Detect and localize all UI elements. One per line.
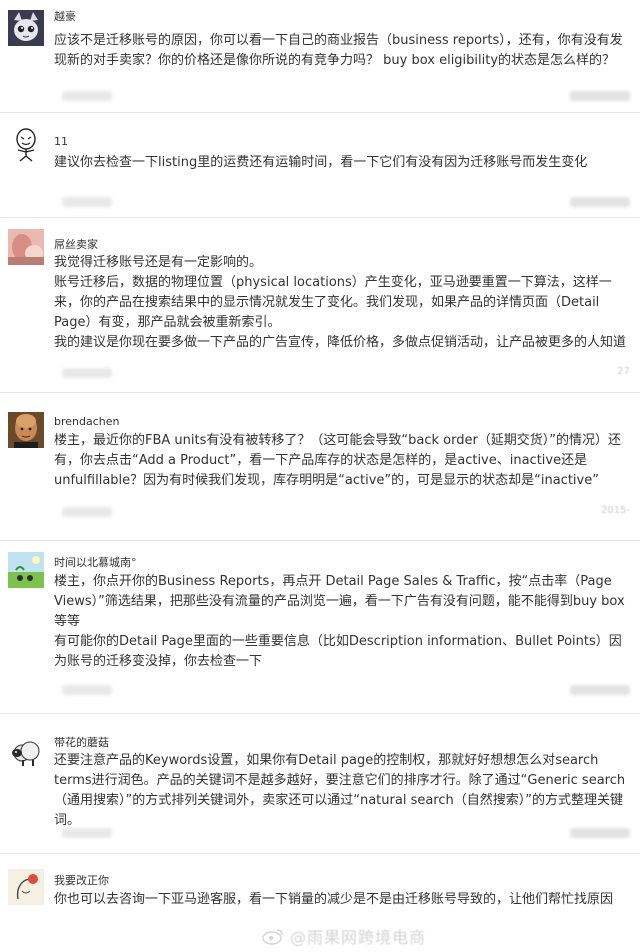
watermark-text: @雨果网跨境电商 — [290, 928, 427, 947]
comment-meta: 27 — [54, 366, 630, 380]
username[interactable]: 11 — [54, 135, 68, 148]
comment-post: 11 建议你去检查一下listing里的运费还有运输时间，看一下它们有没有因为迁… — [0, 112, 640, 218]
blurred-info — [62, 828, 112, 838]
blurred-info — [570, 91, 630, 101]
green-field-avatar-icon[interactable] — [8, 552, 44, 588]
comment-meta — [54, 91, 630, 103]
comment-text: 建议你去检查一下listing里的运费还有运输时间，看一下它们有没有因为迁移账号… — [54, 153, 632, 173]
blurred-info — [62, 368, 112, 378]
comment-paragraph: 建议你去检查一下listing里的运费还有运输时间，看一下它们有没有因为迁移账号… — [54, 155, 588, 170]
blurred-info — [62, 197, 112, 207]
comment-paragraph: 我觉得迁移账号还是有一定影响的。 — [54, 255, 263, 270]
weibo-icon — [262, 927, 284, 945]
comment-paragraph: 有可能你的Detail Page里面的一些重要信息（比如Description … — [54, 634, 622, 669]
comment-text: 还要注意产品的Keywords设置，如果你有Detail page的控制权，那就… — [54, 751, 632, 831]
bald-man-avatar-icon[interactable] — [8, 412, 44, 448]
pink-photo-avatar-icon[interactable] — [8, 229, 44, 265]
comment-paragraph: 账号迁移后，数据的物理位置（physical locations）产生变化，亚马… — [54, 275, 612, 330]
comment-text: 楼主，你点开你的Business Reports，再点开 Detail Page… — [54, 572, 632, 672]
blurred-info — [570, 197, 630, 207]
blurred-count: 27 — [617, 366, 630, 377]
blurred-date: 2015- — [600, 505, 630, 516]
comment-meta — [54, 828, 630, 840]
weibo-watermark: @雨果网跨境电商 — [262, 924, 426, 948]
comment-post: 越豪 应该不是迁移账号的原因，你可以看一下自己的商业报告（business re… — [0, 0, 640, 113]
username[interactable]: 越豪 — [54, 8, 76, 24]
username[interactable]: 屌丝卖家 — [54, 236, 98, 252]
comment-meta: 2015- — [54, 505, 630, 519]
comment-text: 应该不是迁移账号的原因，你可以看一下自己的商业报告（business repor… — [54, 31, 632, 71]
blurred-info — [62, 685, 112, 695]
blurred-info — [62, 507, 112, 517]
comment-text: 你也可以去咨询一下亚马逊客服，看一下销量的减少是不是由迁移账号导致的，让他们帮忙… — [54, 890, 632, 910]
stick-figure-meme-avatar-icon[interactable] — [8, 126, 44, 162]
username[interactable]: brendachen — [54, 415, 119, 428]
comment-post: 带花的蘑菇 还要注意产品的Keywords设置，如果你有Detail page的… — [0, 713, 640, 854]
comment-paragraph: 你也可以去咨询一下亚马逊客服，看一下销量的减少是不是由迁移账号导致的，让他们帮忙… — [54, 892, 614, 907]
username[interactable]: 带花的蘑菇 — [54, 734, 109, 750]
cartoon-avatar-icon[interactable] — [8, 869, 44, 905]
comment-paragraph: 还要注意产品的Keywords设置，如果你有Detail page的控制权，那就… — [54, 753, 626, 828]
username[interactable]: 时间以北慕城南° — [54, 554, 137, 570]
comment-paragraph: 我的建议是你现在要多做一下产品的广告宣传，降低价格，多做点促销活动，让产品被更多… — [54, 335, 627, 350]
comment-paragraph: 楼主，最近你的FBA units有没有被转移了？（这可能会导致“back ord… — [54, 433, 622, 488]
comment-thread: 越豪 应该不是迁移账号的原因，你可以看一下自己的商业报告（business re… — [0, 0, 640, 952]
username[interactable]: 我要改正你 — [54, 872, 109, 888]
comment-text: 楼主，最近你的FBA units有没有被转移了？（这可能会导致“back ord… — [54, 431, 632, 491]
cartoon-cat-avatar-icon[interactable] — [8, 10, 44, 46]
blurred-info — [570, 828, 630, 838]
comment-meta — [54, 685, 630, 697]
blurred-info — [570, 685, 630, 695]
comment-post: 屌丝卖家 我觉得迁移账号还是有一定影响的。 账号迁移后，数据的物理位置（phys… — [0, 217, 640, 393]
sheep-avatar-icon[interactable] — [8, 733, 44, 769]
comment-paragraph: 楼主，你点开你的Business Reports，再点开 Detail Page… — [54, 574, 625, 629]
comment-paragraph: 应该不是迁移账号的原因，你可以看一下自己的商业报告（business repor… — [54, 33, 623, 68]
comment-text: 我觉得迁移账号还是有一定影响的。 账号迁移后，数据的物理位置（physical … — [54, 253, 632, 353]
comment-post: brendachen 楼主，最近你的FBA units有没有被转移了？（这可能会… — [0, 392, 640, 541]
comment-meta — [54, 197, 630, 209]
blurred-info — [62, 91, 112, 101]
comment-post: 时间以北慕城南° 楼主，你点开你的Business Reports，再点开 De… — [0, 540, 640, 714]
